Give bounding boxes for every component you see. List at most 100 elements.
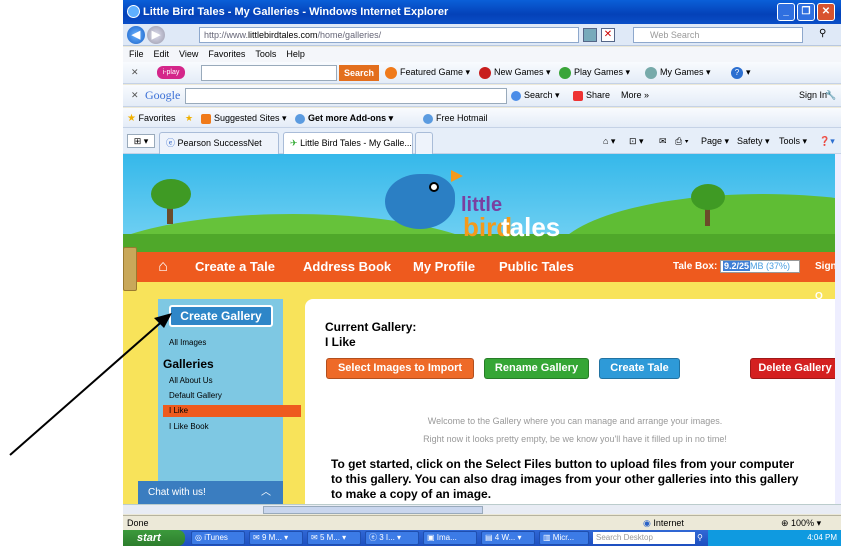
sign-in-link[interactable]: Sign In bbox=[799, 85, 827, 105]
favorites-label: Favorites bbox=[138, 113, 176, 123]
nav-create-tale[interactable]: Create a Tale bbox=[195, 252, 275, 282]
help-menu-icon[interactable]: ❓▾ bbox=[819, 128, 835, 154]
refresh-icon[interactable] bbox=[583, 28, 597, 42]
taskbar-item-2-label: 9 M... bbox=[261, 533, 282, 542]
vertical-scrollbar[interactable] bbox=[835, 154, 841, 504]
share-icon bbox=[573, 90, 583, 101]
nav-address-book[interactable]: Address Book bbox=[303, 252, 391, 282]
google-search-button[interactable]: Search ▾ bbox=[511, 85, 560, 105]
back-button[interactable]: ◀ bbox=[127, 26, 145, 44]
globe-icon: ◉ bbox=[643, 518, 651, 528]
close-button[interactable]: ✕ bbox=[817, 3, 835, 21]
game-search-button[interactable]: Search bbox=[339, 65, 379, 81]
play-games-button[interactable]: Play Games ▾ bbox=[559, 62, 630, 82]
hotmail-link[interactable]: Free Hotmail bbox=[423, 108, 488, 128]
forward-button[interactable]: ▶ bbox=[147, 26, 165, 44]
google-search-label: Search bbox=[524, 90, 553, 100]
zoom-control[interactable]: ⊕ 100% ▾ bbox=[781, 516, 821, 530]
tab-littlebird[interactable]: ✈ Little Bird Tales - My Galle... ✕ bbox=[283, 132, 422, 154]
desktop-search-placeholder: Search Desktop bbox=[596, 533, 653, 542]
taskbar-item-4[interactable]: ⓔ 3 I... ▾ bbox=[365, 531, 419, 545]
maximize-button[interactable]: ❐ bbox=[797, 3, 815, 21]
taskbar-item-3-label: 5 M... bbox=[319, 533, 340, 542]
toolbar-close-icon[interactable]: ✕ bbox=[131, 62, 139, 82]
gallery-item-all-about-us[interactable]: All About Us bbox=[169, 376, 213, 385]
tools-menu[interactable]: Tools ▾ bbox=[779, 128, 807, 154]
menu-help[interactable]: Help bbox=[286, 49, 305, 59]
galleries-heading: Galleries bbox=[163, 357, 214, 371]
desktop-search-icon[interactable]: ⚲ bbox=[697, 530, 703, 546]
taskbar-item-2[interactable]: ✉ 9 M... ▾ bbox=[249, 531, 303, 545]
logo-tales[interactable]: tales bbox=[501, 212, 560, 243]
web-search-input[interactable]: Web Search bbox=[633, 27, 803, 43]
select-images-import-button[interactable]: Select Images to Import bbox=[326, 358, 474, 379]
taskbar-item-5[interactable]: ▣ Ima... bbox=[423, 531, 477, 545]
print-icon[interactable]: ⎙ ▾ bbox=[675, 128, 688, 154]
taskbar-item-3[interactable]: ✉ 5 M... ▾ bbox=[307, 531, 361, 545]
gallery-item-i-like[interactable]: I Like bbox=[169, 406, 188, 415]
suggested-sites-link[interactable]: Suggested Sites ▾ bbox=[201, 108, 287, 128]
tab-pearson[interactable]: ⓔ Pearson SuccessNet bbox=[159, 132, 279, 154]
chat-widget[interactable]: Chat with us! ︿ bbox=[138, 481, 283, 504]
clock: 4:04 PM bbox=[807, 533, 837, 542]
feeds-icon[interactable]: ⊡ ▾ bbox=[629, 128, 644, 154]
menu-edit[interactable]: Edit bbox=[154, 49, 170, 59]
search-icon[interactable]: ⚲ bbox=[819, 28, 826, 39]
help-button[interactable]: ? ▾ bbox=[731, 62, 751, 82]
menu-tools[interactable]: Tools bbox=[255, 49, 276, 59]
nav-public-tales[interactable]: Public Tales bbox=[499, 252, 574, 282]
more-button[interactable]: More » bbox=[621, 85, 649, 105]
mail-icon[interactable]: ✉ bbox=[659, 128, 667, 154]
delete-gallery-button[interactable]: Delete Gallery bbox=[750, 358, 835, 379]
google-toolbar-close-icon[interactable]: ✕ bbox=[131, 85, 139, 105]
addons-link[interactable]: Get more Add-ons ▾ bbox=[295, 108, 393, 128]
quick-tabs-button[interactable]: ⊞ ▾ bbox=[127, 134, 155, 148]
create-tale-button[interactable]: Create Tale bbox=[599, 358, 680, 379]
google-search-input[interactable] bbox=[185, 88, 507, 104]
share-button[interactable]: Share bbox=[573, 85, 610, 105]
my-games-button[interactable]: My Games ▾ bbox=[645, 62, 711, 82]
add-favorite-icon[interactable]: ★ bbox=[185, 108, 193, 128]
safety-menu[interactable]: Safety ▾ bbox=[737, 128, 770, 154]
game-search-input[interactable] bbox=[201, 65, 337, 81]
home-icon[interactable]: ⌂ ▾ bbox=[603, 128, 615, 154]
people-icon bbox=[645, 66, 657, 79]
stop-icon[interactable]: ✕ bbox=[601, 28, 615, 42]
hotmail-icon bbox=[423, 113, 433, 124]
share-label: Share bbox=[586, 90, 611, 100]
minimize-button[interactable]: _ bbox=[777, 3, 795, 21]
featured-game-button[interactable]: Featured Game ▾ bbox=[385, 62, 470, 82]
new-games-button[interactable]: New Games ▾ bbox=[479, 62, 551, 82]
gallery-item-i-like-book[interactable]: I Like Book bbox=[169, 422, 209, 431]
google-logo: Google bbox=[145, 88, 181, 102]
rename-gallery-button[interactable]: Rename Gallery bbox=[484, 358, 589, 379]
window-title-bar[interactable]: Little Bird Tales - My Galleries - Windo… bbox=[123, 0, 841, 24]
taskbar-item-7[interactable]: ▥ Micr... bbox=[539, 531, 589, 545]
address-bar[interactable]: http://www.littlebirdtales.com/home/gall… bbox=[199, 27, 579, 43]
horizontal-scrollbar[interactable] bbox=[123, 504, 841, 514]
nav-my-profile[interactable]: My Profile bbox=[413, 252, 475, 282]
side-panel-handle[interactable] bbox=[123, 247, 137, 291]
favorites-button[interactable]: ★ Favorites bbox=[127, 108, 176, 129]
menu-favorites[interactable]: Favorites bbox=[208, 49, 245, 59]
wrench-icon[interactable]: 🔧 bbox=[825, 85, 836, 105]
window-title: Little Bird Tales - My Galleries - Windo… bbox=[143, 6, 449, 18]
desktop-search-input[interactable]: Search Desktop bbox=[593, 532, 695, 544]
iplay-logo: i-play bbox=[157, 66, 185, 79]
new-tab-button[interactable] bbox=[415, 132, 433, 154]
address-prefix: http://www. bbox=[204, 30, 249, 40]
menu-view[interactable]: View bbox=[179, 49, 198, 59]
all-images-link[interactable]: All Images bbox=[169, 338, 206, 347]
taskbar-itunes[interactable]: ◎ iTunes bbox=[191, 531, 245, 545]
start-button[interactable]: start bbox=[123, 530, 185, 546]
horizontal-scroll-thumb[interactable] bbox=[263, 506, 483, 514]
game-toolbar: ✕ i-play Search Featured Game ▾ New Game… bbox=[123, 62, 841, 84]
get-started-instructions: To get started, click on the Select File… bbox=[331, 457, 799, 501]
taskbar-item-6[interactable]: ▤ 4 W... ▾ bbox=[481, 531, 535, 545]
page-menu[interactable]: Page ▾ bbox=[701, 128, 729, 154]
address-path: /home/galleries/ bbox=[317, 30, 382, 40]
create-gallery-button[interactable]: Create Gallery bbox=[169, 305, 273, 327]
home-nav-icon[interactable]: ⌂ bbox=[151, 256, 175, 278]
menu-file[interactable]: File bbox=[129, 49, 144, 59]
gallery-item-default[interactable]: Default Gallery bbox=[169, 391, 222, 400]
